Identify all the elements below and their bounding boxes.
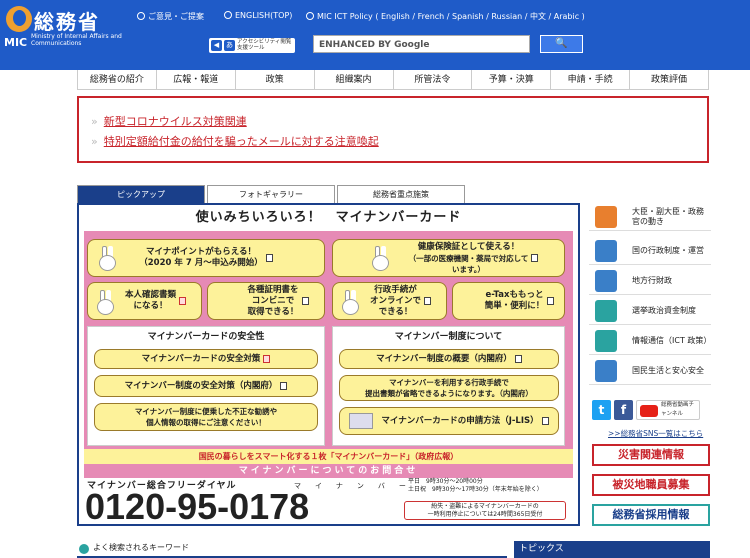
safety-link-card-measures[interactable]: マイナンバーカードの安全対策 — [94, 349, 318, 369]
page-icon — [280, 382, 288, 390]
phone-number: 0120-95-0178 — [85, 486, 310, 527]
sidebar-item-local-finance[interactable]: 地方行財政 — [589, 267, 711, 295]
site-logo-english: Ministry of Internal Affairs and Communi… — [31, 33, 122, 47]
feature-myna-point[interactable]: マイナポイントがもらえる！ （2020 年 7 月～申込み開始） — [87, 239, 325, 277]
global-nav: 総務省の紹介 広報・報道 政策 組織案内 所管法令 予算・決算 申請・手続 政策… — [77, 70, 709, 90]
radio-circle-icon — [224, 11, 232, 19]
chevron-right-icon: » — [91, 135, 98, 148]
page-icon — [514, 355, 522, 363]
nav-item-about[interactable]: 総務省の紹介 — [77, 70, 156, 89]
system-section: マイナンバー制度について マイナンバー制度の概要（内閣府） マイナンバーを利用す… — [332, 326, 565, 446]
people-icon — [595, 360, 617, 382]
sidebar-item-minister[interactable]: 大臣・副大臣・政務官の動き — [589, 203, 711, 231]
pdf-icon — [263, 355, 271, 363]
page-icon — [265, 254, 273, 262]
ict-policy-link[interactable]: MIC ICT Policy ( English / French / Span… — [306, 11, 585, 22]
nav-item-organization[interactable]: 組織案内 — [313, 70, 393, 89]
sidebar-item-ict[interactable]: 情報通信（ICT 政策） — [589, 327, 711, 355]
content-tabs: ピックアップ フォトギャラリー 総務省重点施策 — [77, 185, 580, 204]
safety-section: マイナンバーカードの安全性 マイナンバーカードの安全対策 マイナンバー制度の安全… — [87, 326, 325, 446]
mascot-icon — [339, 290, 361, 315]
search-input[interactable]: ENHANCED BY Google — [313, 35, 530, 53]
city-icon — [595, 270, 617, 292]
english-link[interactable]: ENGLISH(TOP) — [224, 11, 292, 20]
feedback-link[interactable]: ご意見・ご提案 — [137, 11, 204, 22]
sidebar-item-elections[interactable]: 選挙政治資金制度 — [589, 297, 711, 325]
popular-keywords-heading: よく検索されるキーワード — [77, 541, 507, 558]
suspension-notice: 紛失・盗難によるマイナンバーカードの 一時利用停止については24時間365日受付 — [404, 501, 566, 520]
globe-icon — [595, 330, 617, 352]
accessibility-tool-button[interactable]: ◀ あ アクセシビリティ閲覧支援ツール — [209, 38, 295, 53]
feature-online-procedures[interactable]: 行政手続が オンラインで できる！ — [332, 282, 447, 320]
phone-kana: マイナンバー — [294, 482, 420, 490]
nav-item-budget[interactable]: 予算・決算 — [471, 70, 550, 89]
page-icon — [547, 297, 555, 305]
youtube-icon — [640, 405, 658, 417]
chevron-right-icon: » — [91, 115, 98, 128]
call-hours: 平日 9時30分～20時00分 土日祝 9時30分～17時30分（年末年始を除く） — [408, 478, 543, 493]
system-link-application[interactable]: マイナンバーカードの申請方法（J-LIS） — [339, 407, 559, 435]
nav-item-evaluation[interactable]: 政策評価 — [629, 70, 709, 89]
mascot-icon — [96, 246, 118, 271]
disaster-info-button[interactable]: 災害関連情報 — [592, 444, 710, 466]
recruit-disaster-staff-button[interactable]: 被災地職員募集 — [592, 474, 710, 496]
camera-icon — [595, 206, 617, 228]
tab-key-policies[interactable]: 総務省重点施策 — [337, 185, 465, 204]
mynumber-panel: 使いみちいろいろ！ マイナンバーカード マイナポイントがもらえる！ （2020 年… — [77, 203, 580, 527]
social-links: t f 総務省動画チャンネル — [592, 400, 700, 420]
site-logo-title[interactable]: 総務省 — [34, 6, 100, 35]
site-logo-abbr[interactable]: MIC — [4, 36, 27, 49]
page-icon — [301, 297, 309, 305]
panel-title: 使いみちいろいろ！ マイナンバーカード — [195, 210, 462, 225]
page-icon — [531, 254, 539, 262]
important-notice-box: » 新型コロナウイルス対策関連 » 特別定額給付金の給付を騙ったメールに対する注意喚… — [77, 96, 709, 163]
mic-logo-icon[interactable] — [6, 6, 32, 32]
pink-feature-area: マイナポイントがもらえる！ （2020 年 7 月～申込み開始） 健康保険証として… — [84, 231, 573, 466]
nav-item-policy[interactable]: 政策 — [234, 70, 314, 89]
page-icon — [541, 417, 549, 425]
sidebar: 大臣・副大臣・政務官の動き 国の行政制度・運営 地方行財政 選挙政治資金制度 情… — [589, 203, 711, 388]
inquiry-banner: マイナンバーについてのお問合せ — [84, 465, 573, 478]
radio-circle-icon — [137, 12, 145, 20]
tab-photo-gallery[interactable]: フォトギャラリー — [207, 185, 335, 204]
feature-convenience-store[interactable]: 各種証明書を コンビニで 取得できる！ — [207, 282, 325, 320]
radio-circle-icon — [306, 12, 314, 20]
youtube-channel-button[interactable]: 総務省動画チャンネル — [636, 400, 700, 420]
sidebar-item-safety[interactable]: 国民生活と安心安全 — [589, 357, 711, 385]
system-link-overview[interactable]: マイナンバー制度の概要（内閣府） — [339, 349, 559, 369]
feature-health-insurance[interactable]: 健康保険証として使える！ （一部の医療機関・薬局で対応して います。） — [332, 239, 565, 277]
nav-item-laws[interactable]: 所管法令 — [392, 70, 472, 89]
search-button[interactable]: 🔍 — [540, 35, 583, 53]
feature-id-document[interactable]: 本人確認書類 になる！ — [87, 282, 202, 320]
sidebar-item-admin-system[interactable]: 国の行政制度・運営 — [589, 237, 711, 265]
recruitment-info-button[interactable]: 総務省採用情報 — [592, 504, 710, 526]
tab-pickup[interactable]: ピックアップ — [77, 185, 205, 204]
text-assist-icon: あ — [224, 40, 235, 51]
notice-link-scam-mail[interactable]: » 特別定額給付金の給付を騙ったメールに対する注意喚起 — [91, 132, 707, 152]
safety-heading: マイナンバーカードの安全性 — [147, 332, 265, 342]
site-header: 総務省 MIC Ministry of Internal Affairs and… — [0, 0, 750, 70]
safety-link-system-measures[interactable]: マイナンバー制度の安全対策（内閣府） — [94, 375, 318, 397]
card-image-icon — [349, 413, 374, 429]
nav-item-applications[interactable]: 申請・手続 — [550, 70, 629, 89]
mascot-icon — [94, 290, 116, 315]
ballot-box-icon — [595, 300, 617, 322]
notice-link-covid[interactable]: » 新型コロナウイルス対策関連 — [91, 112, 707, 132]
government-pr-link[interactable]: 国民の暮らしをスマート化する１枚「マイナンバーカード」（政府広報） — [84, 449, 573, 464]
page-icon — [424, 297, 431, 305]
safety-link-fraud-warning[interactable]: マイナンバー制度に便乗した不正な勧誘や 個人情報の取得にご注意ください！ — [94, 403, 318, 431]
nav-item-press[interactable]: 広報・報道 — [155, 70, 235, 89]
speaker-icon: ◀ — [211, 40, 222, 51]
feature-e-tax[interactable]: e-Taxももっと 簡単・便利に！ — [452, 282, 565, 320]
pdf-icon — [179, 297, 186, 305]
twitter-icon[interactable]: t — [592, 400, 611, 420]
system-heading: マイナンバー制度について — [394, 332, 503, 342]
system-link-document-omission[interactable]: マイナンバーを利用する行政手続で 提出書類が省略できるようになります。（内閣府） — [339, 375, 559, 401]
mascot-icon — [369, 246, 391, 271]
government-building-icon — [595, 240, 617, 262]
topics-heading: トピックス — [514, 541, 710, 558]
sns-list-link[interactable]: >>総務省SNS一覧はこちら — [608, 428, 703, 439]
facebook-icon[interactable]: f — [614, 400, 633, 420]
